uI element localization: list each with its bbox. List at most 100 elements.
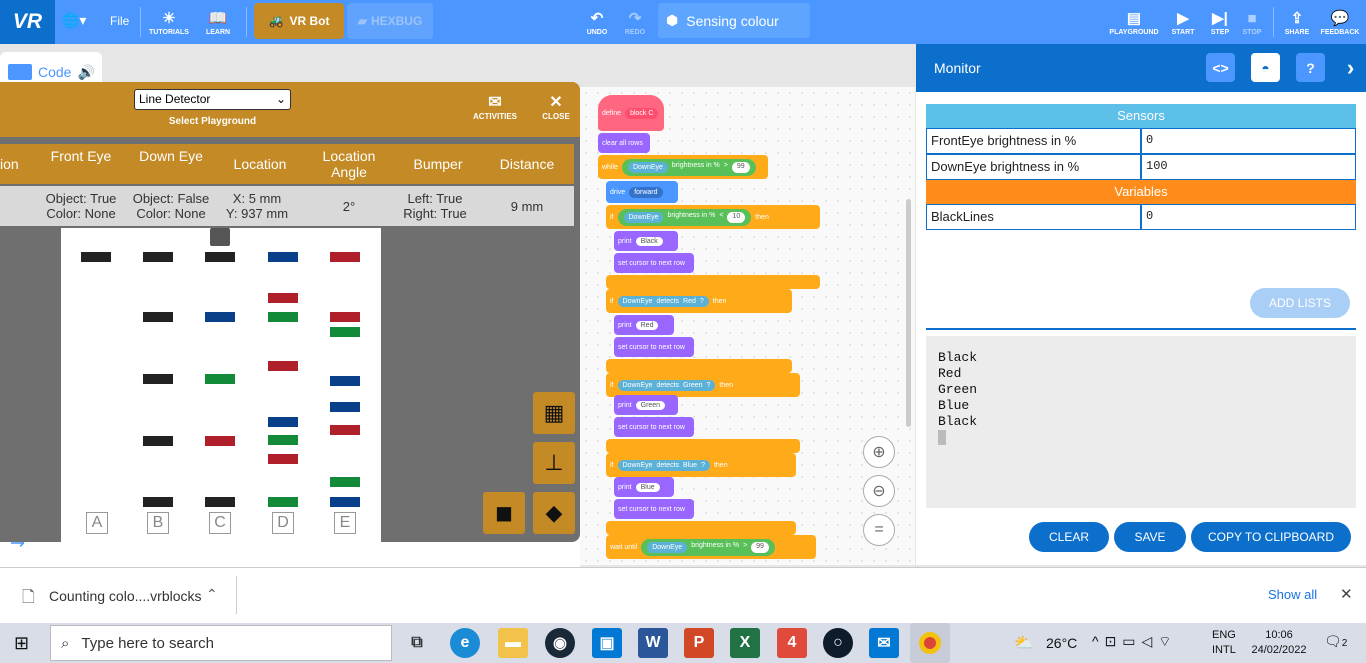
step-button[interactable]: ▶| STEP	[1205, 0, 1235, 44]
while-block[interactable]: while DownEye brightness in % >99	[598, 155, 768, 179]
gauge-icon[interactable]: ◓	[1251, 53, 1280, 82]
set-cursor-block[interactable]: set cursor to next row	[614, 499, 694, 519]
code-workspace[interactable]: define block C clear all rows while DownEy…	[580, 87, 915, 565]
task-view-icon[interactable]: ⧉	[402, 628, 432, 658]
download-item[interactable]: Counting colo....vrblocks	[49, 588, 202, 604]
help-icon[interactable]: ?	[1296, 53, 1325, 82]
line-black	[205, 252, 235, 262]
playground-button[interactable]: ▤ PLAYGROUND	[1106, 0, 1162, 44]
project-name-field[interactable]: ⬢ Sensing colour	[658, 3, 810, 38]
column-label: D	[272, 512, 294, 534]
print-blue-block[interactable]: print Blue	[614, 477, 674, 497]
powerpoint-icon[interactable]: P	[684, 628, 714, 658]
clear-button[interactable]: CLEAR	[1029, 522, 1109, 552]
if-brightness-block[interactable]: if DownEye brightness in % <10 then	[606, 205, 820, 229]
line-blue	[330, 402, 360, 412]
step-icon: ▶|	[1212, 10, 1228, 27]
share-button[interactable]: ⇪ SHARE	[1280, 0, 1314, 44]
set-cursor-block[interactable]: set cursor to next row	[614, 337, 694, 357]
print-green-block[interactable]: print Green	[614, 395, 678, 415]
monitor-panel: Monitor <> ◓ ? › Sensors FrontEye bright…	[916, 44, 1366, 565]
word-icon[interactable]: W	[638, 628, 668, 658]
wait-until-block[interactable]: wait until DownEye brightness in % >99	[606, 535, 816, 559]
angle-value: 2°	[342, 199, 356, 214]
col-header: Distance	[499, 156, 555, 172]
print-red-block[interactable]: print Red	[614, 315, 674, 335]
file-menu[interactable]: File	[110, 14, 129, 28]
playground-select[interactable]: Line Detector ⌄	[134, 89, 291, 110]
zoom-in-button[interactable]: ⊕	[863, 436, 895, 468]
hexbug-icon: ▰	[357, 14, 367, 28]
add-lists-button[interactable]: ADD LISTS	[1250, 288, 1350, 318]
redo-button[interactable]: ↷ REDO	[620, 0, 650, 44]
camera-angle-icon[interactable]: ◆	[533, 492, 575, 534]
store-icon[interactable]: ▣	[592, 628, 622, 658]
close-icon[interactable]: ✕	[1340, 585, 1353, 603]
line-black	[81, 252, 111, 262]
camera-follow-icon[interactable]: ◼	[483, 492, 525, 534]
notification-icon[interactable]: 🗨2	[1324, 633, 1347, 650]
chevron-right-icon[interactable]: ›	[1336, 53, 1365, 82]
print-console[interactable]: Black Red Green Blue Black	[926, 336, 1356, 508]
playground-panel: Line Detector ⌄ Select Playground ✉ ACTIVI…	[0, 82, 580, 542]
if-blue-block[interactable]: if DownEye detects Blue? then	[606, 453, 796, 477]
line-blue	[330, 376, 360, 386]
clear-rows-block[interactable]: clear all rows	[598, 133, 650, 153]
learn-button[interactable]: 📖 LEARN	[196, 0, 240, 44]
tutorials-button[interactable]: ☀ TUTORIALS	[145, 0, 193, 44]
chrome-icon[interactable]	[910, 623, 950, 663]
mail-icon[interactable]: ✉	[869, 628, 899, 658]
save-button[interactable]: SAVE	[1114, 522, 1186, 552]
grid-toggle-icon[interactable]: ▦	[533, 392, 575, 434]
taskbar-search[interactable]: ⌕ Type here to search	[50, 625, 392, 661]
down-eye-value: Object: False Color: None	[132, 191, 210, 221]
redo-icon: ↷	[628, 10, 642, 27]
close-button[interactable]: ✕ CLOSE	[538, 92, 574, 121]
undo-button[interactable]: ↶ UNDO	[582, 0, 612, 44]
activities-button[interactable]: ✉ ACTIVITIES	[470, 92, 520, 121]
define-block[interactable]: define block C	[598, 95, 664, 131]
set-cursor-block[interactable]: set cursor to next row	[614, 253, 694, 273]
clock[interactable]: 10:06 24/02/2022	[1248, 628, 1310, 658]
playground-header: Line Detector ⌄ Select Playground ✉ ACTIVI…	[0, 82, 580, 137]
drive-block[interactable]: drive forward	[606, 181, 678, 203]
show-all-link[interactable]: Show all	[1268, 587, 1317, 602]
language-indicator[interactable]: ENG INTL	[1212, 628, 1236, 658]
set-cursor-block[interactable]: set cursor to next row	[614, 417, 694, 437]
excel-icon[interactable]: X	[730, 628, 760, 658]
vertical-scrollbar[interactable]	[906, 199, 911, 427]
sensor-value: 0	[1141, 128, 1356, 154]
if-green-block[interactable]: if DownEye detects Green? then	[606, 373, 800, 397]
code-view-icon[interactable]: <>	[1206, 53, 1235, 82]
windows-start-icon[interactable]: ⊞	[14, 633, 29, 654]
stop-button[interactable]: ■ STOP	[1238, 0, 1266, 44]
app-icon[interactable]: 4	[777, 628, 807, 658]
tray-icons[interactable]: ^⊡▭◁⌔	[1092, 633, 1177, 651]
hexagon-icon: ⬢	[666, 12, 679, 28]
if-red-block[interactable]: if DownEye detects Red? then	[606, 289, 792, 313]
line-black	[143, 312, 173, 322]
globe-icon[interactable]: 🌐▾	[62, 12, 86, 29]
feedback-button[interactable]: 💬 FEEDBACK	[1318, 0, 1362, 44]
start-button[interactable]: ▶ START	[1168, 0, 1198, 44]
file-explorer-icon[interactable]: ▬	[498, 628, 528, 658]
chevron-down-icon: ⌄	[275, 92, 286, 106]
console-line: Black	[938, 350, 978, 365]
zoom-out-button[interactable]: ⊖	[863, 475, 895, 507]
print-black-block[interactable]: print Black	[614, 231, 678, 251]
zoom-reset-button[interactable]: =	[863, 514, 895, 546]
line-green	[330, 477, 360, 487]
line-black	[143, 497, 173, 507]
edge-icon[interactable]: e	[450, 628, 480, 658]
copy-to-clipboard-button[interactable]: COPY TO CLIPBOARD	[1191, 522, 1351, 552]
sensor-table-values: Object: True Color: None Object: False C…	[0, 186, 574, 226]
camera-top-icon[interactable]: ⊥	[533, 442, 575, 484]
steam-icon[interactable]: ◉	[545, 628, 575, 658]
cortana-icon[interactable]: ○	[823, 628, 853, 658]
chevron-up-icon[interactable]: ⌃	[206, 586, 218, 603]
vr-bot-button[interactable]: 🚜 VR Bot	[254, 3, 344, 39]
hexbug-button[interactable]: ▰ HEXBUG	[347, 3, 433, 39]
bumper-value: Left: True Right: True	[403, 191, 467, 221]
divider	[1273, 7, 1274, 37]
line-red	[268, 454, 298, 464]
